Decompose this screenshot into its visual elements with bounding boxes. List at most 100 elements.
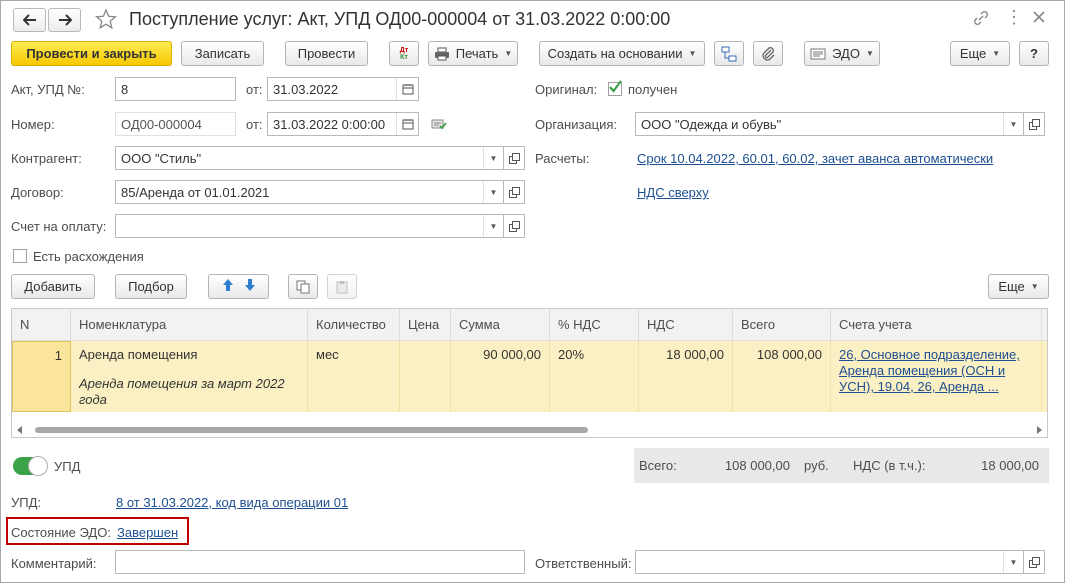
arrow-down-icon[interactable] (244, 278, 256, 295)
paste-row-button[interactable] (327, 274, 357, 299)
total-value: 108 000,00 (724, 458, 790, 473)
comment-label: Комментарий: (11, 556, 97, 571)
create-based-on-button[interactable]: Создать на основании ▼ (539, 41, 705, 66)
original-checkbox[interactable] (608, 80, 622, 96)
vat-included-value: 18 000,00 (981, 458, 1039, 473)
column-header-n[interactable]: N (12, 309, 71, 341)
post-and-close-button[interactable]: Провести и закрыть (11, 41, 172, 66)
column-header-price[interactable]: Цена (400, 309, 451, 341)
cell-accounts-link[interactable]: 26, Основное подразделение, Аренда помещ… (831, 341, 1042, 412)
edo-icon (810, 48, 826, 59)
contract-value: 85/Аренда от 01.01.2021 (121, 184, 270, 200)
table-more-button[interactable]: Еще ▼ (988, 274, 1049, 299)
column-header-sum[interactable]: Сумма (451, 309, 550, 341)
more-vert-icon[interactable]: ⋮ (1005, 7, 1023, 28)
open-window-icon (508, 152, 520, 164)
paperclip-icon (762, 46, 775, 61)
chevron-down-icon[interactable]: ▼ (1003, 551, 1023, 573)
organization-value: ООО "Одежда и обувь" (641, 116, 782, 132)
hierarchy-icon (721, 46, 737, 61)
invoice-open-button[interactable] (503, 214, 525, 238)
number-input[interactable]: ОД00-000004 (115, 112, 236, 136)
close-icon[interactable] (1032, 10, 1046, 27)
vat-on-top-link[interactable]: НДС сверху (637, 185, 709, 200)
cell-item[interactable]: Аренда помещения Аренда помещения за мар… (71, 341, 308, 412)
contract-input[interactable]: 85/Аренда от 01.01.2021 ▼ (115, 180, 504, 204)
cell-total[interactable]: 108 000,00 (733, 341, 831, 412)
arrow-right-icon (58, 14, 72, 26)
cell-vat[interactable]: 18 000,00 (639, 341, 733, 412)
save-button[interactable]: Записать (181, 41, 264, 66)
invoice-input[interactable]: ▼ (115, 214, 504, 238)
open-window-icon (1028, 118, 1040, 130)
cell-quantity-unit[interactable]: мес (308, 341, 400, 412)
forward-button[interactable] (48, 8, 81, 32)
post-button[interactable]: Провести (285, 41, 368, 66)
structure-button[interactable] (714, 41, 744, 66)
more-button[interactable]: Еще ▼ (950, 41, 1010, 66)
checkmark-icon (609, 80, 622, 93)
responsible-label: Ответственный: (535, 556, 632, 571)
discrepancy-checkbox[interactable] (13, 249, 27, 263)
act-date-input[interactable]: 31.03.2022 (267, 77, 419, 101)
page-title: Поступление услуг: Акт, УПД ОД00-000004 … (129, 9, 671, 29)
number-date-input[interactable]: 31.03.2022 0:00:00 (267, 112, 419, 136)
favorite-star-icon[interactable] (94, 8, 118, 33)
add-row-button[interactable]: Добавить (11, 274, 95, 299)
document-check-icon[interactable] (431, 117, 447, 134)
payments-link[interactable]: Срок 10.04.2022, 60.01, 60.02, зачет ава… (637, 151, 993, 166)
cell-item-name: Аренда помещения (79, 347, 198, 362)
calendar-icon[interactable] (396, 113, 418, 135)
invoice-label: Счет на оплату: (11, 219, 107, 234)
pick-button[interactable]: Подбор (115, 274, 187, 299)
column-header-vat[interactable]: НДС (639, 309, 733, 341)
back-button[interactable] (13, 8, 46, 32)
link-icon[interactable] (973, 10, 989, 29)
cell-n[interactable]: 1 (12, 341, 71, 412)
responsible-open-button[interactable] (1023, 550, 1045, 574)
print-button[interactable]: Печать ▼ (428, 41, 518, 66)
column-header-total[interactable]: Всего (733, 309, 831, 341)
contractor-input[interactable]: ООО "Стиль" ▼ (115, 146, 504, 170)
contractor-open-button[interactable] (503, 146, 525, 170)
responsible-input[interactable]: ▼ (635, 550, 1024, 574)
column-header-item[interactable]: Номенклатура (71, 309, 308, 341)
organization-input[interactable]: ООО "Одежда и обувь" ▼ (635, 112, 1024, 136)
attach-button[interactable] (753, 41, 783, 66)
dt-kt-button[interactable]: Дт Кт (389, 41, 419, 66)
upd-link[interactable]: 8 от 31.03.2022, код вида операции 01 (116, 495, 348, 510)
number-date-value: 31.03.2022 0:00:00 (273, 116, 386, 132)
column-header-quantity[interactable]: Количество (308, 309, 400, 341)
act-date-value: 31.03.2022 (273, 81, 339, 97)
column-header-vat-rate[interactable]: % НДС (550, 309, 639, 341)
act-number-input[interactable]: 8 (115, 77, 236, 101)
number-label: Номер: (11, 117, 55, 132)
edo-button[interactable]: ЭДО ▼ (804, 41, 880, 66)
calendar-icon[interactable] (396, 78, 418, 100)
chevron-down-icon[interactable]: ▼ (483, 181, 503, 203)
cell-vat-rate[interactable]: 20% (550, 341, 639, 412)
more-label: Еще (959, 46, 987, 61)
cell-filler (1042, 341, 1047, 412)
act-number-label: Акт, УПД №: (11, 82, 85, 97)
horizontal-scrollbar[interactable] (13, 424, 1046, 436)
column-header-accounts[interactable]: Счета учета (831, 309, 1042, 341)
chevron-down-icon[interactable]: ▼ (483, 147, 503, 169)
contract-open-button[interactable] (503, 180, 525, 204)
number-date-label: от: (246, 117, 263, 132)
cell-price[interactable] (400, 341, 451, 412)
act-date-label: от: (246, 82, 263, 97)
organization-label: Организация: (535, 117, 618, 132)
upd-toggle[interactable] (13, 456, 48, 476)
chevron-down-icon[interactable]: ▼ (1003, 113, 1023, 135)
help-button[interactable]: ? (1019, 41, 1049, 66)
organization-open-button[interactable] (1023, 112, 1045, 136)
move-buttons (208, 274, 269, 299)
comment-input[interactable] (115, 550, 525, 574)
arrow-up-icon[interactable] (222, 278, 234, 295)
cell-sum[interactable]: 90 000,00 (451, 341, 550, 412)
copy-row-button[interactable] (288, 274, 318, 299)
chevron-down-icon[interactable]: ▼ (483, 215, 503, 237)
edo-state-link[interactable]: Завершен (117, 525, 178, 540)
payments-label: Расчеты: (535, 151, 590, 166)
